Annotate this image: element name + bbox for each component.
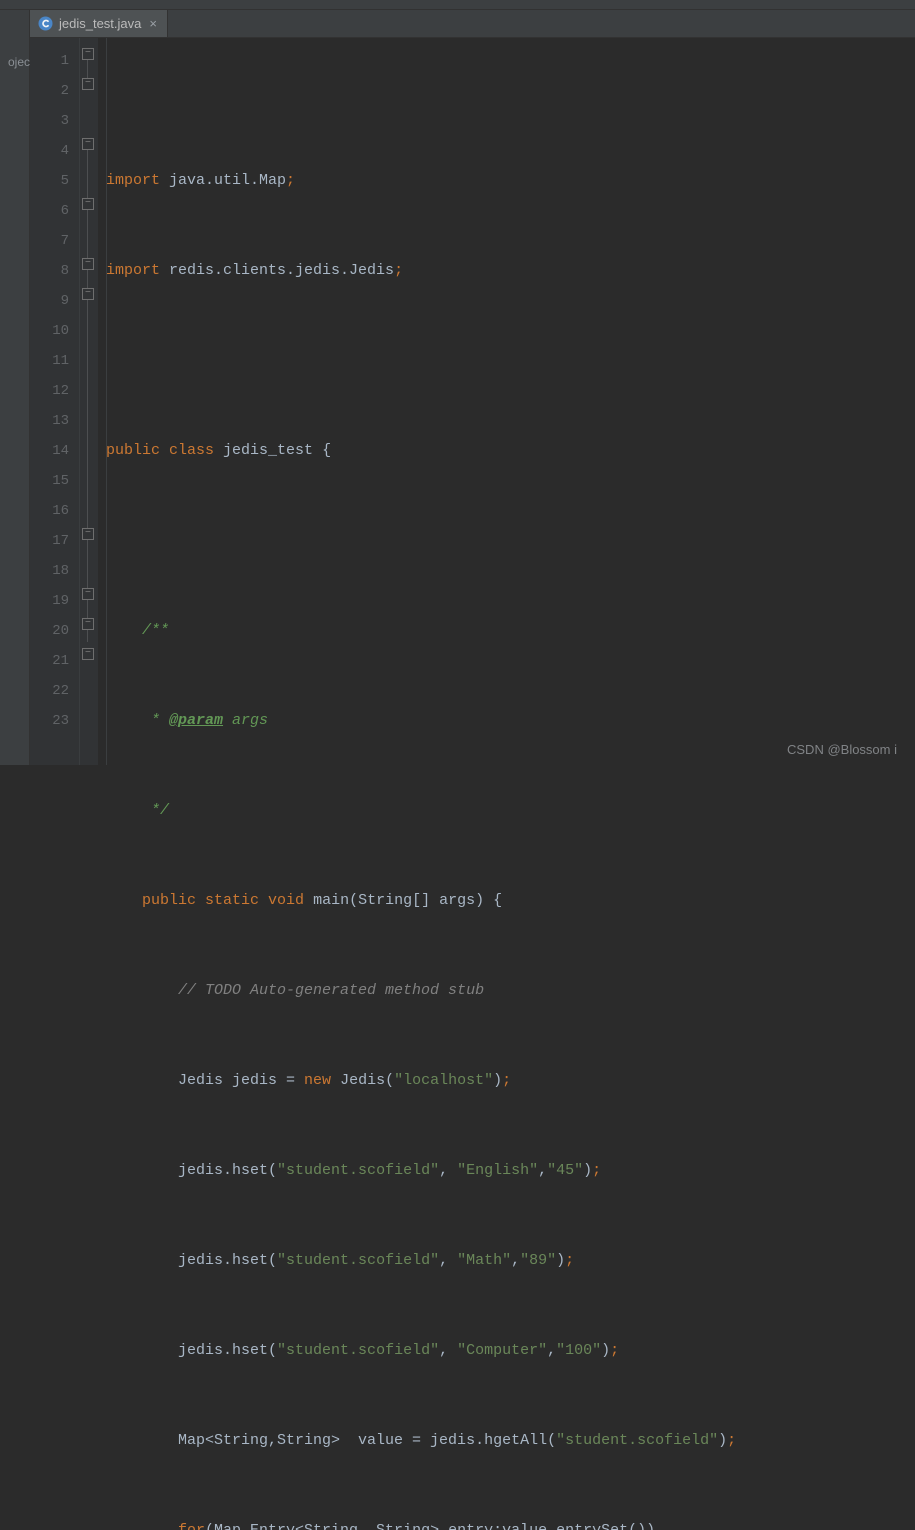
editor: 1 2 3 4 5 6 7 8 9 10 11 12 13 14 15 16 1… [0,38,915,765]
tab-filename: jedis_test.java [59,16,141,31]
line-number: 9 [40,286,69,316]
code-line: import java.util.Map; [106,166,915,196]
code-line: jedis.hset("student.scofield", "Computer… [106,1336,915,1366]
line-number: 14 [40,436,69,466]
line-number: 23 [40,706,69,736]
fold-end-icon[interactable]: − [82,588,94,600]
fold-end-icon[interactable]: − [82,648,94,660]
left-tool-strip [0,38,30,765]
code-line [106,346,915,376]
code-line [106,526,915,556]
code-line: for(Map.Entry<String, String> entry:valu… [106,1516,915,1530]
line-number: 7 [40,226,69,256]
fold-toggle-icon[interactable]: − [82,198,94,210]
code-area[interactable]: import java.util.Map; import redis.clien… [98,38,915,765]
code-line: /** [106,616,915,646]
tabs-row: jedis_test.java × [0,10,915,38]
code-line: */ [106,796,915,826]
fold-end-icon[interactable]: − [82,78,94,90]
line-number: 19 [40,586,69,616]
code-line: // TODO Auto-generated method stub [106,976,915,1006]
line-number: 17 [40,526,69,556]
code-line: jedis.hset("student.scofield", "English"… [106,1156,915,1186]
line-number: 5 [40,166,69,196]
line-number: 1 [40,46,69,76]
line-number: 18 [40,556,69,586]
line-number: 6 [40,196,69,226]
line-number: 15 [40,466,69,496]
code-line: jedis.hset("student.scofield", "Math","8… [106,1246,915,1276]
fold-gutter[interactable]: − − − − − − − − − − [80,38,98,765]
tab-close-icon[interactable]: × [147,16,159,31]
line-number: 22 [40,676,69,706]
code-line: public class jedis_test { [106,436,915,466]
line-number: 2 [40,76,69,106]
fold-toggle-icon[interactable]: − [82,288,94,300]
fold-toggle-icon[interactable]: − [82,48,94,60]
line-number: 20 [40,616,69,646]
code-line: public static void main(String[] args) { [106,886,915,916]
line-number-gutter[interactable]: 1 2 3 4 5 6 7 8 9 10 11 12 13 14 15 16 1… [30,38,80,765]
title-bar-stub [0,0,915,10]
line-number: 12 [40,376,69,406]
line-number: 10 [40,316,69,346]
line-number: 11 [40,346,69,376]
watermark-text: CSDN @Blossom i [787,742,897,757]
fold-toggle-icon[interactable]: − [82,528,94,540]
fold-toggle-icon[interactable]: − [82,138,94,150]
line-number: 21 [40,646,69,676]
line-number: 3 [40,106,69,136]
line-number: 8 [40,256,69,286]
tool-window-stub[interactable] [0,10,30,38]
fold-end-icon[interactable]: − [82,258,94,270]
code-line: * @param args [106,706,915,736]
fold-line [87,146,88,642]
line-number: 4 [40,136,69,166]
line-number: 13 [40,406,69,436]
code-line: Map<String,String> value = jedis.hgetAll… [106,1426,915,1456]
code-line: Jedis jedis = new Jedis("localhost"); [106,1066,915,1096]
indent-guide [106,38,107,765]
code-line: import redis.clients.jedis.Jedis; [106,256,915,286]
project-tool-label[interactable]: ojec [0,55,30,69]
tab-jedis-test[interactable]: jedis_test.java × [30,10,168,37]
line-number: 16 [40,496,69,526]
java-class-icon [38,16,53,31]
fold-end-icon[interactable]: − [82,618,94,630]
